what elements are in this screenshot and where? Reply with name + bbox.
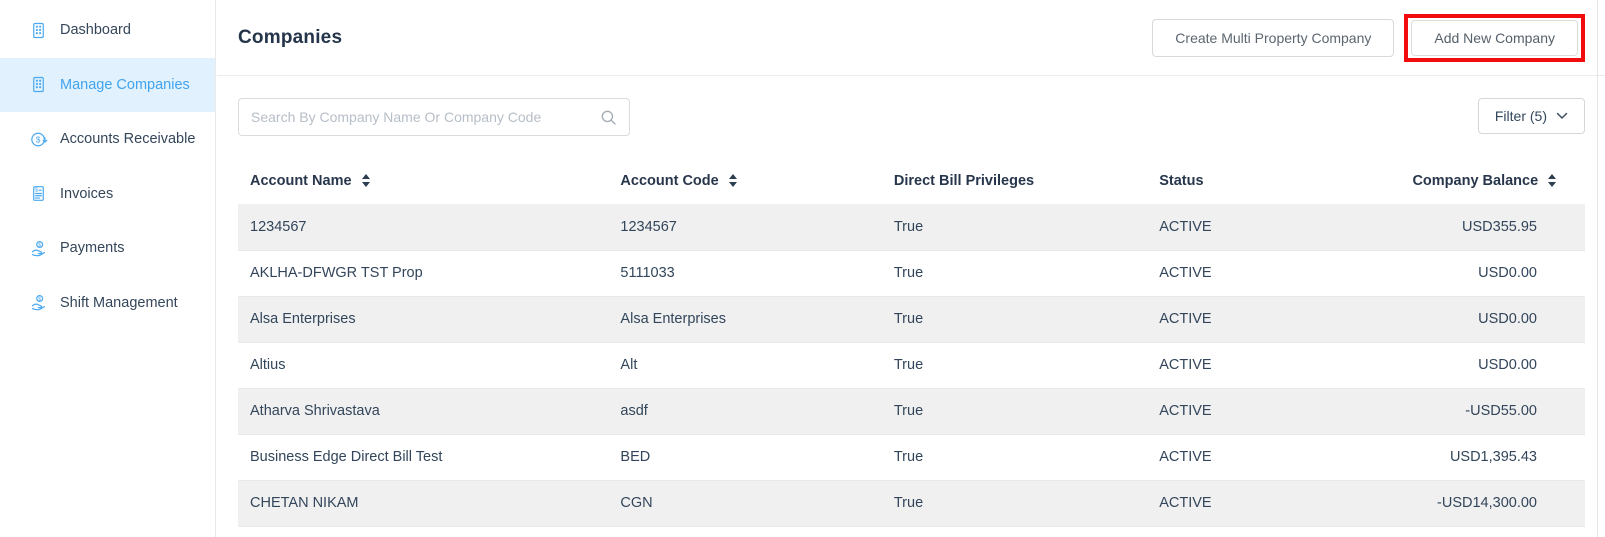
cell-direct-bill-privileges: True xyxy=(882,204,1147,250)
cell-company-balance: -USD55.00 xyxy=(1400,388,1585,434)
search-input[interactable] xyxy=(251,109,600,125)
cell-company-balance: -USD14,300.00 xyxy=(1400,480,1585,526)
cell-account-name: AKLHA-DFWGR TST Prop xyxy=(238,250,608,296)
table-body: 12345671234567TrueACTIVEUSD355.95AKLHA-D… xyxy=(238,204,1585,526)
cell-account-name: Altius xyxy=(238,342,608,388)
cell-account-name: CHETAN NIKAM xyxy=(238,480,608,526)
sidebar-item-label: Accounts Receivable xyxy=(60,131,195,147)
column-label: Company Balance xyxy=(1412,173,1538,189)
cell-company-balance: USD0.00 xyxy=(1400,250,1585,296)
column-label: Account Code xyxy=(620,173,718,189)
column-label: Status xyxy=(1159,173,1203,189)
app-window: Dashboard Manage Companies $ Accounts Re… xyxy=(0,0,1605,537)
cell-company-balance: USD0.00 xyxy=(1400,296,1585,342)
sidebar-item-shift-management[interactable]: $ Shift Management xyxy=(0,276,215,331)
svg-text:$: $ xyxy=(38,242,41,248)
column-header-account-name[interactable]: Account Name xyxy=(238,158,608,204)
scrollbar-track[interactable] xyxy=(1597,0,1598,537)
cell-account-code: CGN xyxy=(608,480,881,526)
building-icon xyxy=(28,20,48,40)
cell-direct-bill-privileges: True xyxy=(882,250,1147,296)
annotation-highlight-box: Add New Company xyxy=(1404,14,1585,62)
column-label: Direct Bill Privileges xyxy=(894,173,1034,189)
cell-account-code: Alsa Enterprises xyxy=(608,296,881,342)
svg-text:$: $ xyxy=(35,188,38,194)
search-icon xyxy=(600,109,617,126)
sidebar-item-label: Payments xyxy=(60,240,124,256)
cell-status: ACTIVE xyxy=(1147,480,1400,526)
cell-direct-bill-privileges: True xyxy=(882,480,1147,526)
svg-text:$: $ xyxy=(38,297,41,303)
cell-status: ACTIVE xyxy=(1147,342,1400,388)
table-row[interactable]: 12345671234567TrueACTIVEUSD355.95 xyxy=(238,204,1585,250)
page-title: Companies xyxy=(238,27,342,49)
column-label: Account Name xyxy=(250,173,352,189)
cell-company-balance: USD1,395.43 xyxy=(1400,434,1585,480)
sidebar-item-manage-companies[interactable]: Manage Companies xyxy=(0,58,215,113)
sidebar-item-payments[interactable]: $ Payments xyxy=(0,221,215,276)
sort-icon xyxy=(1548,174,1556,187)
building-icon xyxy=(28,75,48,95)
filter-label: Filter (5) xyxy=(1495,108,1547,124)
sidebar-item-label: Manage Companies xyxy=(60,77,190,93)
cell-direct-bill-privileges: True xyxy=(882,342,1147,388)
table-row[interactable]: AKLHA-DFWGR TST Prop5111033TrueACTIVEUSD… xyxy=(238,250,1585,296)
add-new-company-button[interactable]: Add New Company xyxy=(1411,20,1578,56)
cell-status: ACTIVE xyxy=(1147,204,1400,250)
header-actions: Create Multi Property Company Add New Co… xyxy=(1152,14,1585,62)
hand-coin-icon: $ xyxy=(28,293,48,313)
filter-button[interactable]: Filter (5) xyxy=(1478,98,1585,134)
toolbar: Filter (5) xyxy=(217,76,1605,136)
cell-account-name: 1234567 xyxy=(238,204,608,250)
cell-account-code: 5111033 xyxy=(608,250,881,296)
table-row[interactable]: Alsa EnterprisesAlsa EnterprisesTrueACTI… xyxy=(238,296,1585,342)
table-row[interactable]: CHETAN NIKAMCGNTrueACTIVE-USD14,300.00 xyxy=(238,480,1585,526)
cell-direct-bill-privileges: True xyxy=(882,434,1147,480)
dollar-cycle-icon: $ xyxy=(28,129,48,149)
cell-account-name: Alsa Enterprises xyxy=(238,296,608,342)
sort-icon xyxy=(729,174,737,187)
sidebar: Dashboard Manage Companies $ Accounts Re… xyxy=(0,0,216,537)
cell-status: ACTIVE xyxy=(1147,388,1400,434)
cell-account-code: BED xyxy=(608,434,881,480)
cell-company-balance: USD355.95 xyxy=(1400,204,1585,250)
sidebar-item-label: Invoices xyxy=(60,186,113,202)
table-header-row: Account Name Account Code Direct Bill Priv… xyxy=(238,158,1585,204)
sort-icon xyxy=(362,174,370,187)
cell-account-code: asdf xyxy=(608,388,881,434)
sidebar-item-label: Dashboard xyxy=(60,22,131,38)
hand-coin-icon: $ xyxy=(28,238,48,258)
table-row[interactable]: Business Edge Direct Bill TestBEDTrueACT… xyxy=(238,434,1585,480)
companies-table: Account Name Account Code Direct Bill Priv… xyxy=(238,158,1585,527)
sidebar-item-invoices[interactable]: $ Invoices xyxy=(0,167,215,222)
cell-account-name: Business Edge Direct Bill Test xyxy=(238,434,608,480)
cell-status: ACTIVE xyxy=(1147,434,1400,480)
cell-status: ACTIVE xyxy=(1147,296,1400,342)
sidebar-item-dashboard[interactable]: Dashboard xyxy=(0,3,215,58)
cell-direct-bill-privileges: True xyxy=(882,296,1147,342)
sidebar-item-label: Shift Management xyxy=(60,295,178,311)
cell-account-code: Alt xyxy=(608,342,881,388)
column-header-account-code[interactable]: Account Code xyxy=(608,158,881,204)
search-box xyxy=(238,98,630,136)
column-header-status: Status xyxy=(1147,158,1400,204)
cell-company-balance: USD0.00 xyxy=(1400,342,1585,388)
cell-status: ACTIVE xyxy=(1147,250,1400,296)
main-content: Companies Create Multi Property Company … xyxy=(217,0,1605,537)
table-row[interactable]: AltiusAltTrueACTIVEUSD0.00 xyxy=(238,342,1585,388)
invoice-icon: $ xyxy=(28,184,48,204)
cell-direct-bill-privileges: True xyxy=(882,388,1147,434)
create-multi-property-company-button[interactable]: Create Multi Property Company xyxy=(1152,19,1394,57)
sidebar-item-accounts-receivable[interactable]: $ Accounts Receivable xyxy=(0,112,215,167)
cell-account-code: 1234567 xyxy=(608,204,881,250)
chevron-down-icon xyxy=(1556,112,1568,120)
page-header: Companies Create Multi Property Company … xyxy=(217,0,1605,76)
svg-text:$: $ xyxy=(35,135,40,144)
column-header-direct-bill-privileges: Direct Bill Privileges xyxy=(882,158,1147,204)
column-header-company-balance[interactable]: Company Balance xyxy=(1400,158,1585,204)
cell-account-name: Atharva Shrivastava xyxy=(238,388,608,434)
table-row[interactable]: Atharva ShrivastavaasdfTrueACTIVE-USD55.… xyxy=(238,388,1585,434)
